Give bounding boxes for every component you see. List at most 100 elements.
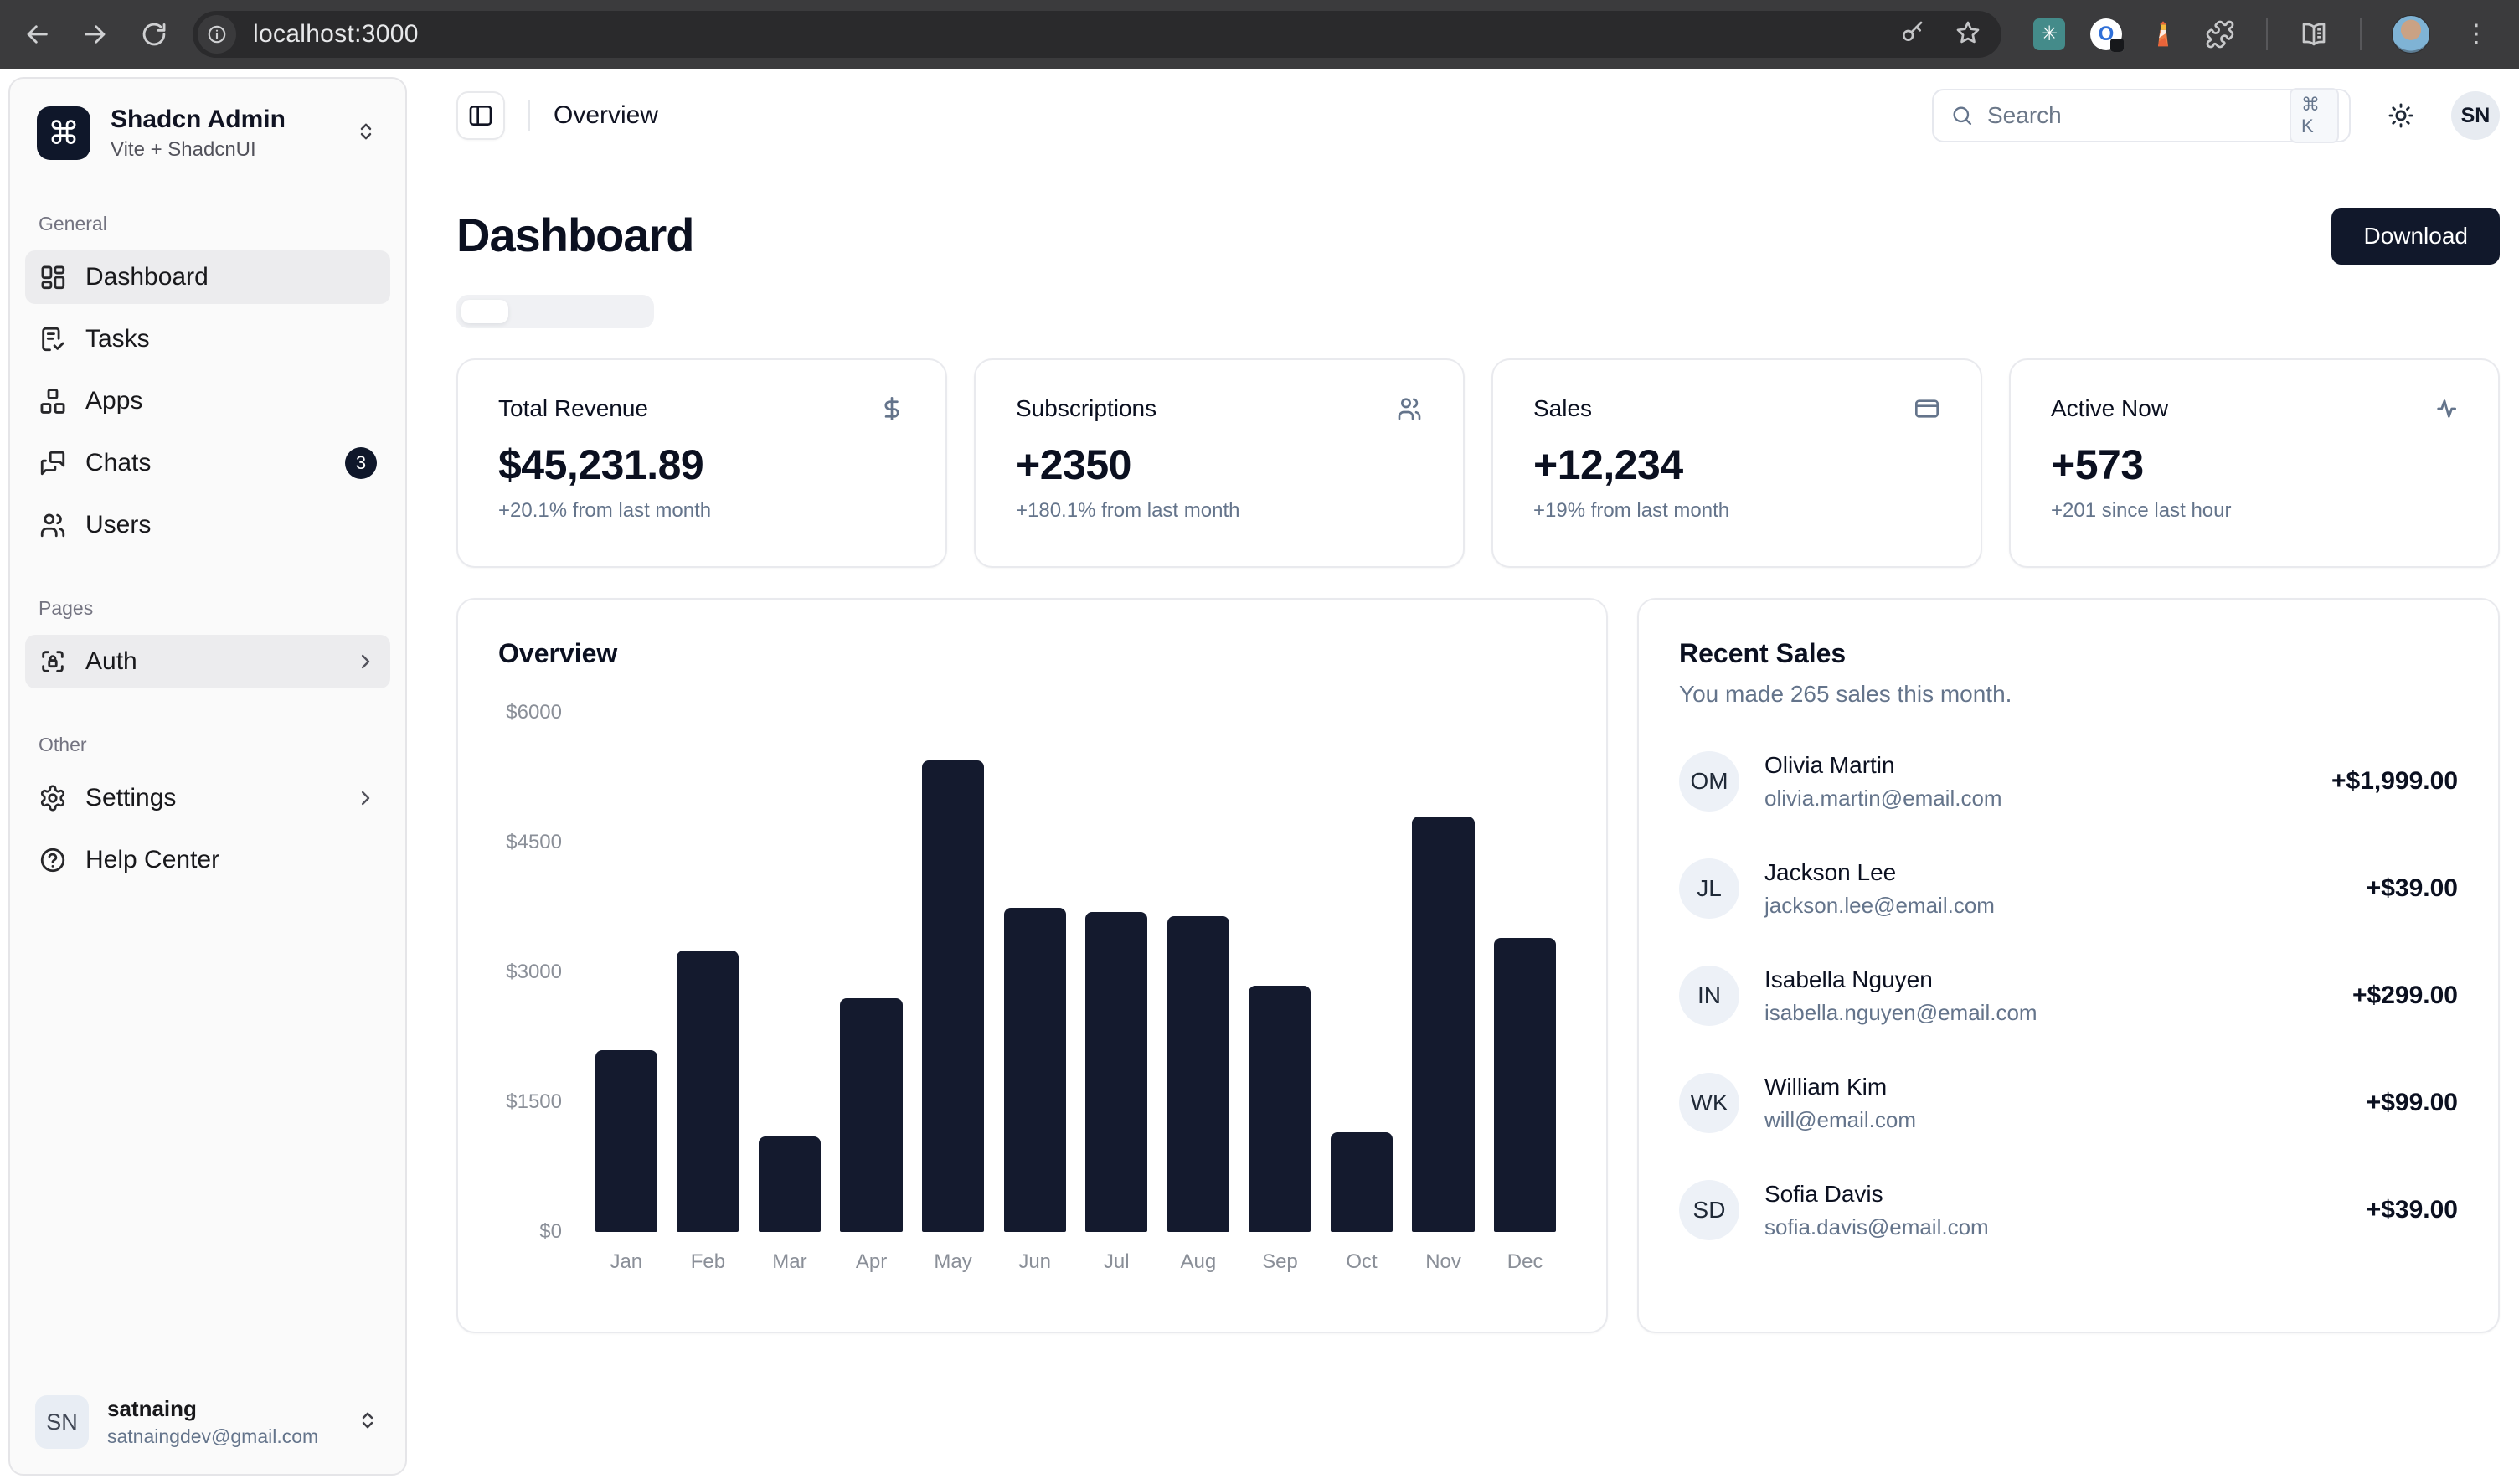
key-icon[interactable] bbox=[1899, 19, 1926, 50]
sidebar-toggle-button[interactable] bbox=[456, 91, 505, 140]
sidebar-item[interactable]: Users bbox=[25, 498, 390, 552]
stat-value: +2350 bbox=[1016, 441, 1423, 489]
apps-icon bbox=[39, 387, 67, 415]
keyboard-shortcut-badge: ⌘ K bbox=[2290, 88, 2339, 143]
tabs-bar bbox=[456, 295, 654, 328]
chart-bar-slot bbox=[1239, 713, 1321, 1232]
sale-row: WK William Kim will@email.com +$99.00 bbox=[1679, 1073, 2458, 1133]
sale-avatar: WK bbox=[1679, 1073, 1739, 1133]
chart-title: Overview bbox=[498, 638, 1566, 669]
tab[interactable] bbox=[602, 300, 649, 323]
sale-name: William Kim bbox=[1764, 1074, 1916, 1100]
sale-email: isabella.nguyen@email.com bbox=[1764, 1000, 2037, 1026]
sale-name: Sofia Davis bbox=[1764, 1181, 1989, 1208]
sale-avatar: IN bbox=[1679, 966, 1739, 1026]
back-icon[interactable] bbox=[17, 14, 57, 54]
forward-icon[interactable] bbox=[75, 14, 116, 54]
sale-row: JL Jackson Lee jackson.lee@email.com +$3… bbox=[1679, 858, 2458, 919]
team-switcher[interactable]: ⌘ Shadcn Admin Vite + ShadcnUI bbox=[25, 94, 390, 173]
search-input[interactable]: ⌘ K bbox=[1932, 89, 2351, 142]
chart-bar bbox=[759, 1136, 821, 1232]
x-tick-label: Sep bbox=[1239, 1250, 1321, 1274]
header-divider bbox=[528, 100, 530, 131]
tab[interactable] bbox=[555, 300, 602, 323]
stat-value: $45,231.89 bbox=[498, 441, 905, 489]
sale-amount: +$39.00 bbox=[2367, 874, 2458, 903]
x-tick-label: Jan bbox=[585, 1250, 667, 1274]
url-text: localhost:3000 bbox=[253, 20, 419, 49]
sale-avatar: OM bbox=[1679, 751, 1739, 812]
tab[interactable] bbox=[461, 300, 508, 323]
tab[interactable] bbox=[508, 300, 555, 323]
sidebar-item[interactable]: Chats 3 bbox=[25, 436, 390, 490]
theme-toggle-sun-icon[interactable] bbox=[2379, 94, 2423, 137]
notification-badge: 3 bbox=[345, 447, 377, 479]
profile-menu-button[interactable]: SN bbox=[2451, 91, 2500, 140]
users-icon bbox=[39, 511, 67, 539]
chart-bar-slot bbox=[749, 713, 831, 1232]
sidebar-item[interactable]: Dashboard bbox=[25, 250, 390, 304]
chart-bar-slot bbox=[1075, 713, 1157, 1232]
recent-sales-list: OM Olivia Martin olivia.martin@email.com… bbox=[1679, 751, 2458, 1240]
credit-card-icon bbox=[1914, 395, 1940, 422]
chevron-right-icon bbox=[353, 786, 377, 810]
chart-bar-slot bbox=[1157, 713, 1239, 1232]
chart-bar bbox=[1494, 938, 1556, 1232]
chart-bar bbox=[1085, 912, 1147, 1232]
search-field[interactable] bbox=[1987, 102, 2290, 129]
x-tick-label: Mar bbox=[749, 1250, 831, 1274]
chart-bar bbox=[1412, 817, 1474, 1232]
sidebar-item[interactable]: Auth bbox=[25, 635, 390, 688]
sidebar-item[interactable]: Apps bbox=[25, 374, 390, 428]
main-content: Overview ⌘ K SN Dashboard Download bbox=[456, 69, 2500, 1333]
address-bar[interactable]: localhost:3000 bbox=[193, 11, 2001, 58]
chart-y-axis: $6000$4500$3000$1500$0 bbox=[498, 713, 585, 1232]
sidebar-group-general: Dashboard Tasks Apps Chats 3 bbox=[25, 250, 390, 560]
search-icon bbox=[1950, 104, 1974, 127]
chart-bar-slot bbox=[585, 713, 667, 1232]
browser-toolbar: localhost:3000 ✳ O ⋮ bbox=[0, 0, 2519, 69]
sidebar-group-label: General bbox=[25, 213, 390, 235]
x-tick-label: Apr bbox=[831, 1250, 913, 1274]
download-button[interactable]: Download bbox=[2331, 208, 2500, 265]
chart-bar bbox=[1249, 986, 1311, 1233]
sidebar-item[interactable]: Settings bbox=[25, 771, 390, 825]
reading-list-icon[interactable] bbox=[2298, 18, 2330, 50]
sidebar-item[interactable]: Tasks bbox=[25, 312, 390, 366]
puzzle-icon[interactable] bbox=[2204, 18, 2236, 50]
onepassword-icon[interactable]: O bbox=[2090, 18, 2122, 50]
sidebar-group-other: Settings Help Center bbox=[25, 771, 390, 895]
chart-bar-slot bbox=[667, 713, 750, 1232]
menu-dots-icon[interactable]: ⋮ bbox=[2464, 27, 2489, 42]
sale-row: OM Olivia Martin olivia.martin@email.com… bbox=[1679, 751, 2458, 812]
stat-value: +12,234 bbox=[1533, 441, 1940, 489]
users-icon bbox=[1396, 395, 1423, 422]
chart-bar bbox=[840, 998, 902, 1232]
x-tick-label: Aug bbox=[1157, 1250, 1239, 1274]
sidebar-item[interactable]: Help Center bbox=[25, 833, 390, 887]
profile-avatar[interactable] bbox=[2392, 15, 2430, 54]
user-name: satnaing bbox=[107, 1396, 318, 1422]
sale-name: Olivia Martin bbox=[1764, 752, 2002, 779]
stat-card: Subscriptions +2350 +180.1% from last mo… bbox=[974, 358, 1465, 568]
chart-bar-slot bbox=[831, 713, 913, 1232]
chart-bar-slot bbox=[1484, 713, 1566, 1232]
sale-amount: +$99.00 bbox=[2367, 1089, 2458, 1117]
chart-bar-slot bbox=[1403, 713, 1485, 1232]
extension-teal-icon[interactable]: ✳ bbox=[2033, 18, 2065, 50]
dollar-icon bbox=[878, 395, 905, 422]
sale-amount: +$39.00 bbox=[2367, 1196, 2458, 1224]
site-info-icon[interactable] bbox=[198, 15, 236, 54]
sidebar-user-menu[interactable]: SN satnaing satnaingdev@gmail.com bbox=[25, 1385, 390, 1459]
reload-icon[interactable] bbox=[134, 14, 174, 54]
bookmark-star-icon[interactable] bbox=[1955, 19, 1981, 50]
overview-chart-card: Overview $6000$4500$3000$1500$0 bbox=[456, 598, 1608, 1333]
lighthouse-icon[interactable] bbox=[2147, 18, 2179, 50]
sidebar-group-label: Pages bbox=[25, 597, 390, 620]
tasks-icon bbox=[39, 325, 67, 353]
stat-change: +201 since last hour bbox=[2051, 499, 2458, 523]
extensions-row: ✳ O ⋮ bbox=[2033, 15, 2489, 54]
stat-change: +19% from last month bbox=[1533, 499, 1940, 523]
activity-icon bbox=[2431, 395, 2458, 422]
breadcrumb: Overview bbox=[554, 101, 658, 130]
